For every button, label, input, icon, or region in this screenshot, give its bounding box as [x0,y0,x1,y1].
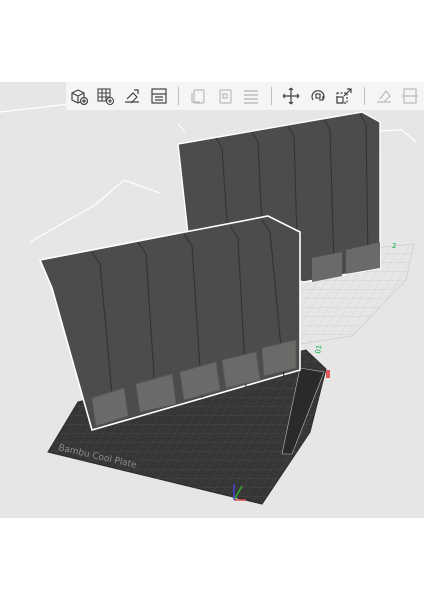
copy-icon [191,89,205,104]
paste-icon [219,89,232,104]
arrange-grid-button[interactable] [93,83,119,109]
3d-viewport[interactable]: 2 Bambu Cool Plate 01 [0,82,424,518]
plate-number-back: 2 [392,242,396,250]
cut-button[interactable] [397,83,423,109]
scale-icon [336,88,352,104]
add-cube-icon [71,89,88,106]
plate-layout-button[interactable] [146,83,172,109]
toolbar-divider [271,87,273,105]
move-button[interactable] [278,83,304,109]
scale-button[interactable] [331,83,357,109]
rotate-icon [310,90,325,101]
copy-button[interactable] [185,83,211,109]
paste-button[interactable] [212,83,238,109]
top-toolbar [66,82,424,110]
orient-button[interactable] [119,83,145,109]
grid-add-icon [97,88,115,106]
plate-number-front: 01 [314,344,323,354]
lay-on-face-button[interactable] [371,83,397,109]
lay-on-face-icon [376,90,391,103]
toolbar-divider [178,87,180,105]
rotate-button[interactable] [305,83,331,109]
split-lines-icon [244,90,259,104]
orient-icon [125,89,140,104]
add-part-button[interactable] [66,83,92,109]
toolbar-divider [363,87,365,105]
plate-layout-icon [151,88,167,104]
scene-canvas[interactable]: 2 Bambu Cool Plate 01 [0,82,424,518]
split-button[interactable] [239,83,265,109]
cut-icon [402,88,419,104]
move-arrows-icon [282,87,300,105]
